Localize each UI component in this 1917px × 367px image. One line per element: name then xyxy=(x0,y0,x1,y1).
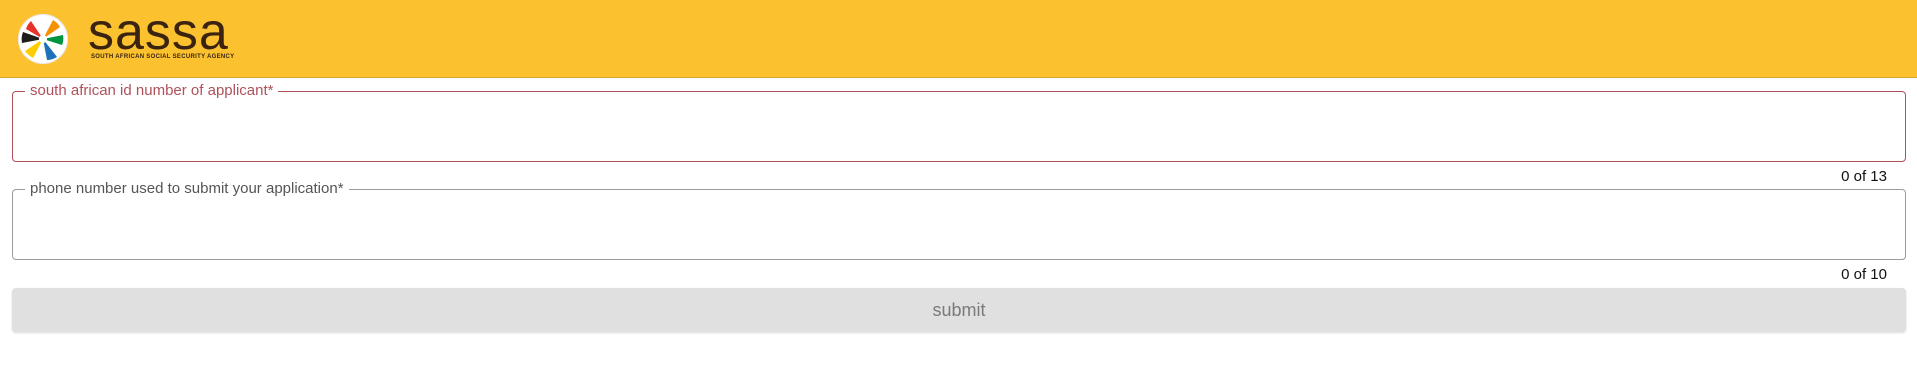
id-number-input[interactable] xyxy=(25,108,1893,146)
sassa-logo-wordmark: sassa xyxy=(88,3,229,61)
app-header: sassa SOUTH AFRICAN SOCIAL SECURITY AGEN… xyxy=(0,0,1917,78)
id-number-label: south african id number of applicant* xyxy=(25,82,279,100)
phone-number-label: phone number used to submit your applica… xyxy=(25,180,349,198)
sassa-logo-tagline: SOUTH AFRICAN SOCIAL SECURITY AGENCY xyxy=(91,54,235,60)
phone-number-char-counter: 0 of 10 xyxy=(1841,266,1887,283)
id-number-field[interactable]: south african id number of applicant* xyxy=(12,82,1906,162)
phone-number-field[interactable]: phone number used to submit your applica… xyxy=(12,180,1906,260)
submit-button[interactable]: submit xyxy=(12,288,1906,332)
sassa-logo-icon xyxy=(18,14,68,64)
id-number-char-counter: 0 of 13 xyxy=(1841,168,1887,185)
phone-number-input[interactable] xyxy=(25,206,1893,244)
